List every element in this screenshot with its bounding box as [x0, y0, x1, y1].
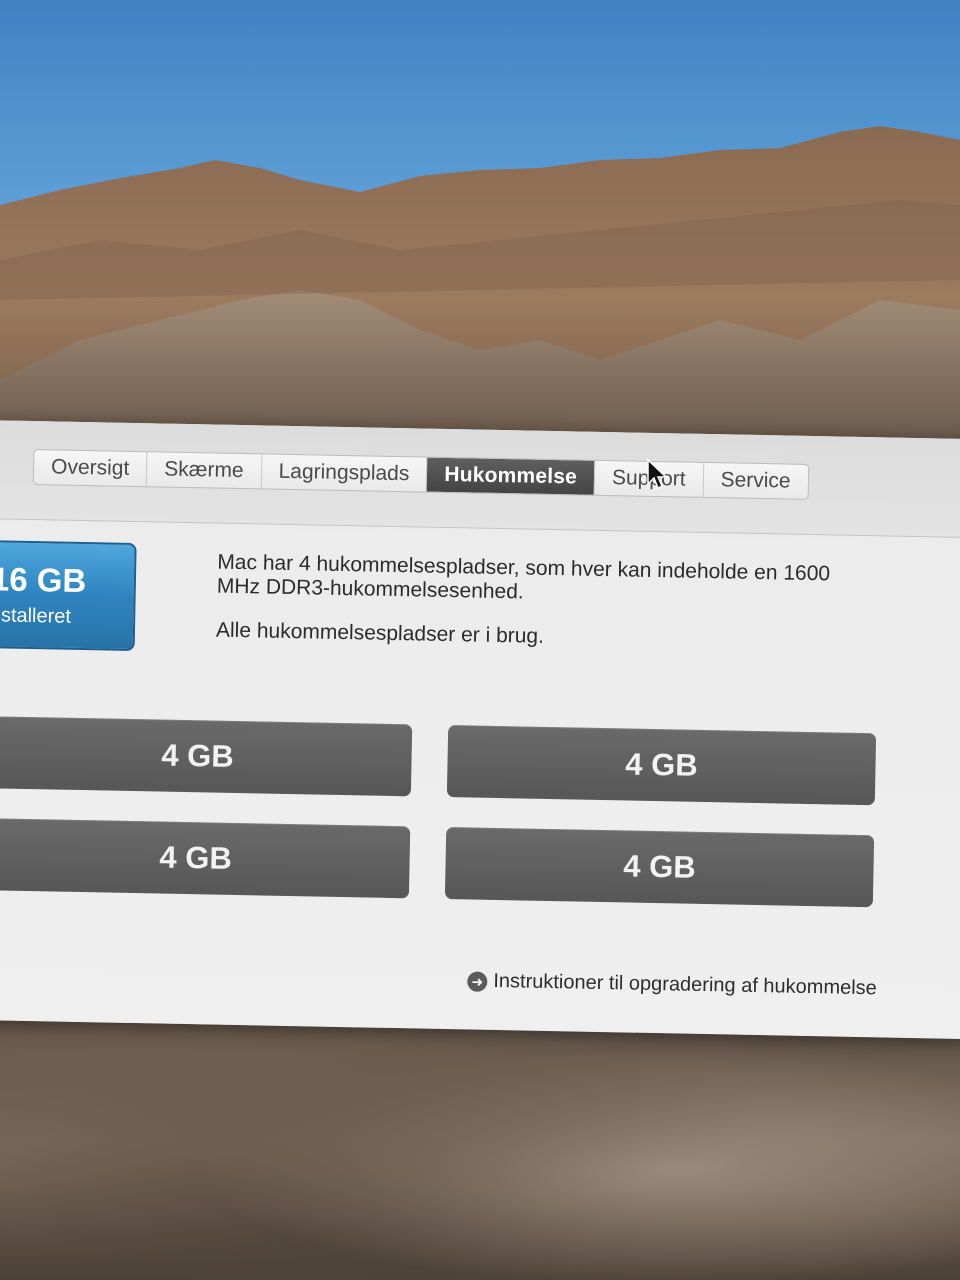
memory-upgrade-link[interactable]: ➜ Instruktioner til opgradering af hukom… — [467, 969, 877, 1000]
tab-bar: Oversigt Skærme Lagringsplads Hukommelse… — [32, 449, 809, 500]
tab-oversigt[interactable]: Oversigt — [33, 450, 148, 487]
tab-hukommelse[interactable]: Hukommelse — [427, 457, 596, 495]
lower-rock — [0, 1000, 960, 1280]
memory-total-label: Installeret — [0, 604, 72, 628]
memory-total-badge: 16 GB Installeret — [0, 539, 137, 652]
memory-slots-info: Mac har 4 hukommelsespladser, som hver k… — [216, 550, 831, 604]
memory-slot-4: 4 GB — [444, 827, 875, 908]
tab-skaerme[interactable]: Skærme — [146, 452, 262, 489]
mouse-pointer-icon — [647, 458, 668, 490]
mountain-image — [0, 126, 960, 470]
memory-upgrade-link-label: Instruktioner til opgradering af hukomme… — [493, 969, 877, 1000]
memory-slot-3: 4 GB — [0, 818, 411, 899]
memory-slot-1: 4 GB — [0, 716, 413, 797]
memory-description: Mac har 4 hukommelsespladser, som hver k… — [215, 551, 857, 675]
about-this-mac-window: Oversigt Skærme Lagringsplads Hukommelse… — [0, 420, 960, 1040]
memory-slots-status: Alle hukommelsespladser er i brug. — [215, 618, 545, 648]
memory-total-size: 16 GB — [0, 560, 87, 600]
tab-service[interactable]: Service — [703, 463, 808, 499]
tab-lagringsplads[interactable]: Lagringsplads — [261, 454, 428, 492]
arrow-right-circle-icon: ➜ — [467, 970, 488, 992]
memory-slot-2: 4 GB — [446, 725, 877, 806]
window-toolbar: Oversigt Skærme Lagringsplads Hukommelse… — [0, 420, 960, 539]
